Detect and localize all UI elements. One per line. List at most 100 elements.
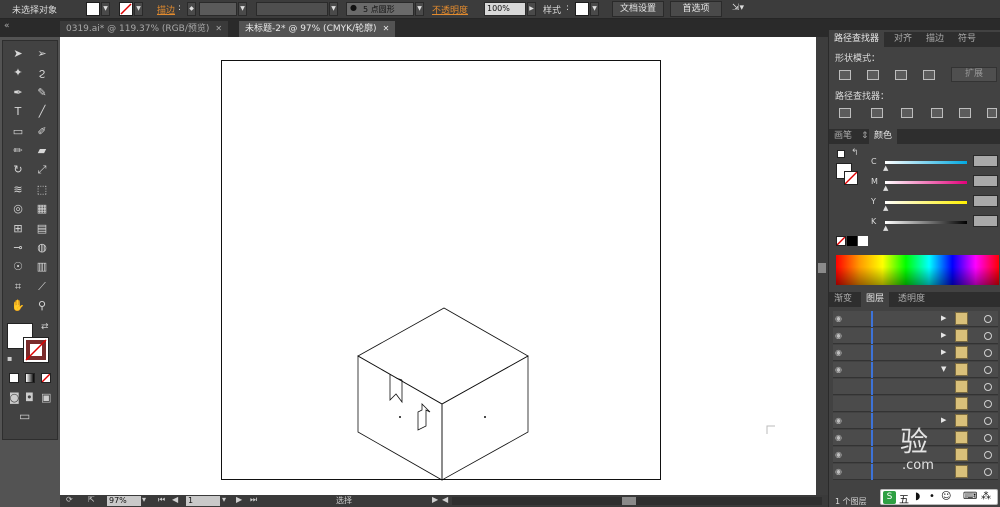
gradient-mode-icon[interactable] <box>25 373 35 383</box>
perspective-grid-tool[interactable]: ▦ <box>31 200 53 218</box>
skin-icon[interactable]: ⁂ <box>981 491 991 502</box>
target-circle-icon[interactable] <box>984 366 992 374</box>
status-menu-icon[interactable]: ▶ <box>432 495 438 504</box>
rotate-view-icon[interactable]: ⟳ <box>66 495 73 504</box>
visibility-eye-icon[interactable]: ◉ <box>835 365 842 374</box>
sogou-logo-icon[interactable]: S <box>883 491 896 504</box>
crop-icon[interactable] <box>931 108 943 118</box>
tab-layers[interactable]: 图层 <box>861 292 890 307</box>
visibility-eye-icon[interactable]: ◉ <box>835 416 842 425</box>
artboard-dropdown-icon[interactable]: ▾ <box>222 495 226 504</box>
lasso-tool[interactable]: ϩ <box>31 64 53 82</box>
gradient-tool[interactable]: ▤ <box>31 220 53 238</box>
warp-tool[interactable]: ≋ <box>7 181 29 199</box>
punctuation-icon[interactable]: • <box>929 491 935 502</box>
tab-pathfinder[interactable]: 路径查找器 <box>829 32 885 47</box>
arrange-documents-icon[interactable]: ⇲▾ <box>732 3 744 13</box>
tab-color[interactable]: 颜色 <box>869 129 898 144</box>
black-color-icon[interactable] <box>847 236 857 246</box>
free-transform-tool[interactable]: ⬚ <box>31 181 53 199</box>
target-circle-icon[interactable] <box>984 400 992 408</box>
color-stroke-box[interactable] <box>844 171 858 185</box>
rectangle-tool[interactable]: ▭ <box>7 123 29 141</box>
intersect-icon[interactable] <box>895 70 907 80</box>
pen-tool[interactable]: ✒ <box>7 84 29 102</box>
visibility-eye-icon[interactable]: ◉ <box>835 450 842 459</box>
keyboard-icon[interactable]: ⌨ <box>963 491 977 502</box>
visibility-eye-icon[interactable]: ◉ <box>835 314 842 323</box>
tab-transparency[interactable]: 透明度 <box>893 292 930 307</box>
collapse-panel-icon[interactable]: « <box>4 21 10 31</box>
artboard-number-field[interactable]: 1 <box>186 496 220 506</box>
swap-colors-icon[interactable]: ↰ <box>851 148 859 158</box>
stroke-weight-field[interactable] <box>199 2 237 16</box>
expand-arrow-icon[interactable]: ▶ <box>941 416 946 424</box>
expand-arrow-icon[interactable]: ▼ <box>941 365 946 373</box>
paintbrush-tool[interactable]: ✐ <box>31 123 53 141</box>
mesh-tool[interactable]: ⊞ <box>7 220 29 238</box>
fill-swatch[interactable] <box>86 2 100 16</box>
stroke-label[interactable]: 描边 <box>157 3 175 16</box>
slider-knob-icon[interactable]: ▲ <box>883 164 888 172</box>
slider-knob-icon[interactable]: ▲ <box>883 204 888 212</box>
target-circle-icon[interactable] <box>984 383 992 391</box>
expand-arrow-icon[interactable]: ▶ <box>941 331 946 339</box>
channel-slider-m[interactable] <box>885 181 967 184</box>
draw-behind-icon[interactable]: ◘ <box>25 391 34 404</box>
scale-tool[interactable]: ⤢ <box>31 161 53 179</box>
hscroll-left-icon[interactable]: ◀ <box>442 495 448 504</box>
eraser-tool[interactable]: ▰ <box>31 142 53 160</box>
eyedropper-tool[interactable]: ⊸ <box>7 239 29 257</box>
target-circle-icon[interactable] <box>984 417 992 425</box>
channel-value-m[interactable] <box>973 175 998 187</box>
expand-button[interactable]: 扩展 <box>951 67 997 82</box>
brush-dropdown-icon[interactable]: ▼ <box>415 2 424 16</box>
magic-wand-tool[interactable]: ✦ <box>7 64 29 82</box>
target-circle-icon[interactable] <box>984 332 992 340</box>
opacity-label[interactable]: 不透明度 <box>432 3 468 16</box>
document-setup-button[interactable]: 文档设置 <box>612 1 664 17</box>
horizontal-scroll-thumb[interactable] <box>622 497 636 505</box>
tab-stroke[interactable]: 描边 <box>921 32 949 47</box>
none-color-icon[interactable] <box>836 236 846 246</box>
zoom-dropdown-icon[interactable]: ▾ <box>142 495 146 504</box>
share-icon[interactable]: ⇱ <box>88 495 95 504</box>
direct-selection-tool[interactable]: ➢ <box>31 45 53 63</box>
close-icon[interactable]: ✕ <box>215 24 222 33</box>
vertical-scrollbar[interactable] <box>816 37 828 495</box>
minus-front-icon[interactable] <box>867 70 879 80</box>
prev-artboard-icon[interactable]: ◀ <box>172 495 178 504</box>
opacity-field[interactable]: 100% <box>484 2 526 16</box>
exclude-icon[interactable] <box>923 70 935 80</box>
layer-row[interactable]: ◉ ▶ <box>833 345 998 361</box>
stroke-weight-stepper[interactable]: ◆ <box>187 2 196 16</box>
curvature-tool[interactable]: ✎ <box>31 84 53 102</box>
visibility-eye-icon[interactable]: ◉ <box>835 348 842 357</box>
expand-arrow-icon[interactable]: ▶ <box>941 314 946 322</box>
layer-row[interactable]: ◉ ▶ <box>833 328 998 344</box>
target-circle-icon[interactable] <box>984 349 992 357</box>
draw-normal-icon[interactable]: ◙ <box>9 391 20 404</box>
close-icon[interactable]: ✕ <box>383 24 390 33</box>
column-graph-tool[interactable]: ▥ <box>31 258 53 276</box>
selection-tool[interactable]: ➤ <box>7 45 29 63</box>
color-mode-icon[interactable] <box>9 373 19 383</box>
draw-inside-icon[interactable]: ▣ <box>41 391 51 404</box>
line-tool[interactable]: ╱ <box>31 103 53 121</box>
divide-icon[interactable] <box>839 108 851 118</box>
channel-value-y[interactable] <box>973 195 998 207</box>
tab-symbols[interactable]: 符号 <box>953 32 981 47</box>
opacity-dropdown-icon[interactable]: ▶ <box>527 2 536 16</box>
layer-row[interactable]: ◉ ▶ <box>833 311 998 327</box>
artboard-tool[interactable]: ⌗ <box>7 278 29 296</box>
symbol-sprayer-tool[interactable]: ☉ <box>7 258 29 276</box>
tab-document-untitled-2[interactable]: 未标题-2* @ 97% (CMYK/轮廓) ✕ <box>239 21 396 37</box>
zoom-field[interactable]: 97% <box>107 496 141 506</box>
horizontal-scrollbar[interactable] <box>452 497 822 505</box>
isometric-box-artwork[interactable] <box>350 300 540 485</box>
stroke-swatch[interactable] <box>119 2 133 16</box>
unite-icon[interactable] <box>839 70 851 80</box>
visibility-eye-icon[interactable]: ◉ <box>835 331 842 340</box>
default-colors-icon[interactable]: ▪ <box>7 354 12 363</box>
moon-icon[interactable]: ◗ <box>915 491 920 502</box>
